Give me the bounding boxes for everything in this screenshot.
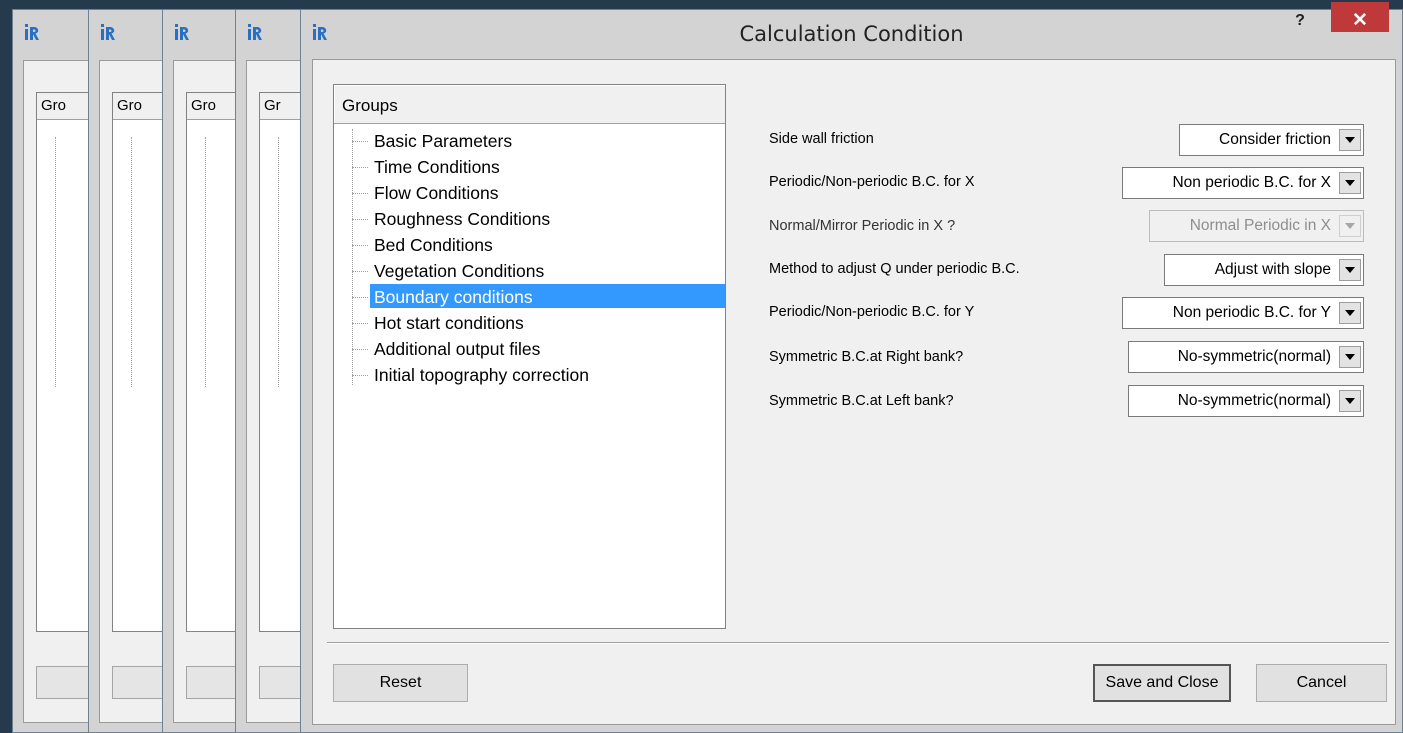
periodic-bc-x-select[interactable]: Non periodic B.C. for X [1122,167,1364,199]
tree-branch-line [352,141,368,142]
tree-item-label: Time Conditions [374,157,500,177]
background-tree-lines [55,137,68,387]
select-value: Adjust with slope [1214,261,1331,278]
tree-item-additional-output-files[interactable]: Additional output files [352,336,725,362]
iric-logo-icon [248,24,262,40]
select-value: Non periodic B.C. for Y [1172,304,1331,321]
groups-tree-panel[interactable]: Groups Basic Parameters Time Conditions … [333,84,726,629]
tree-item-initial-topography-correction[interactable]: Initial topography correction [352,362,725,388]
tree-item-time-conditions[interactable]: Time Conditions [352,154,725,180]
tree-item-roughness-conditions[interactable]: Roughness Conditions [352,206,725,232]
dialog-titlebar[interactable]: Calculation Condition ? ✕ [301,2,1402,58]
tree-item-label: Vegetation Conditions [374,261,545,281]
chevron-down-icon[interactable] [1339,302,1361,324]
dialog-client-area: Groups Basic Parameters Time Conditions … [312,59,1396,725]
tree-item-label: Basic Parameters [374,131,513,151]
method-adjust-q-select[interactable]: Adjust with slope [1164,254,1364,286]
chevron-down-icon[interactable] [1339,390,1361,412]
groups-header[interactable]: Groups [334,85,725,124]
side-wall-friction-select[interactable]: Consider friction [1179,124,1364,156]
chevron-down-icon[interactable] [1339,346,1361,368]
select-value: No-symmetric(normal) [1177,348,1331,365]
background-tree-lines [205,137,218,387]
cancel-button[interactable]: Cancel [1256,664,1387,702]
normal-mirror-periodic-x-label: Normal/Mirror Periodic in X ? [769,218,956,234]
symmetric-bc-left-bank-label: Symmetric B.C.at Left bank? [769,393,954,409]
tree-item-basic-parameters[interactable]: Basic Parameters [352,128,725,154]
chevron-down-icon[interactable] [1339,129,1361,151]
tree-item-label: Hot start conditions [374,313,524,333]
tree-branch-line [352,297,368,298]
tree-branch-line [352,271,368,272]
side-wall-friction-label: Side wall friction [769,131,874,147]
iric-logo-icon [25,24,39,40]
tree-item-label: Boundary conditions [370,284,725,308]
close-button[interactable]: ✕ [1331,2,1389,32]
help-button[interactable]: ? [1282,2,1318,32]
iric-logo-icon [175,24,189,40]
tree-branch-line [352,349,368,350]
periodic-bc-y-label: Periodic/Non-periodic B.C. for Y [769,304,975,320]
tree-item-label: Additional output files [374,339,541,359]
divider [327,642,1389,644]
tree-item-hot-start-conditions[interactable]: Hot start conditions [352,310,725,336]
select-value: Consider friction [1219,131,1331,148]
method-adjust-q-label: Method to adjust Q under periodic B.C. [769,261,1020,277]
tree-item-flow-conditions[interactable]: Flow Conditions [352,180,725,206]
select-value: Normal Periodic in X [1189,217,1331,234]
tree-branch-line [352,167,368,168]
iric-logo-icon [101,24,115,40]
periodic-bc-x-label: Periodic/Non-periodic B.C. for X [769,174,975,190]
chevron-down-icon[interactable] [1339,215,1361,237]
calculation-condition-dialog[interactable]: Calculation Condition ? ✕ Groups Basic P… [300,2,1403,733]
tree-item-label: Roughness Conditions [374,209,551,229]
tree-item-bed-conditions[interactable]: Bed Conditions [352,232,725,258]
background-tree-lines [278,137,291,387]
dialog-title: Calculation Condition [739,22,964,46]
normal-mirror-periodic-x-select[interactable]: Normal Periodic in X [1149,210,1364,242]
tree-item-label: Flow Conditions [374,183,499,203]
chevron-down-icon[interactable] [1339,259,1361,281]
tree-item-vegetation-conditions[interactable]: Vegetation Conditions [352,258,725,284]
select-value: Non periodic B.C. for X [1172,174,1331,191]
reset-button[interactable]: Reset [333,664,468,702]
symmetric-bc-left-bank-select[interactable]: No-symmetric(normal) [1128,385,1364,417]
tree-branch-line [352,219,368,220]
symmetric-bc-right-bank-select[interactable]: No-symmetric(normal) [1128,341,1364,373]
tree-item-label: Bed Conditions [374,235,493,255]
tree-branch-line [352,323,368,324]
tree-branch-line [352,375,368,376]
tree-branch-line [352,245,368,246]
select-value: No-symmetric(normal) [1177,392,1331,409]
symmetric-bc-right-bank-label: Symmetric B.C.at Right bank? [769,349,964,365]
tree-branch-line [352,193,368,194]
save-and-close-button[interactable]: Save and Close [1093,664,1231,702]
periodic-bc-y-select[interactable]: Non periodic B.C. for Y [1122,297,1364,329]
tree-item-boundary-conditions[interactable]: Boundary conditions [352,284,725,310]
chevron-down-icon[interactable] [1339,172,1361,194]
tree-item-label: Initial topography correction [374,365,589,385]
background-tree-lines [131,137,144,387]
